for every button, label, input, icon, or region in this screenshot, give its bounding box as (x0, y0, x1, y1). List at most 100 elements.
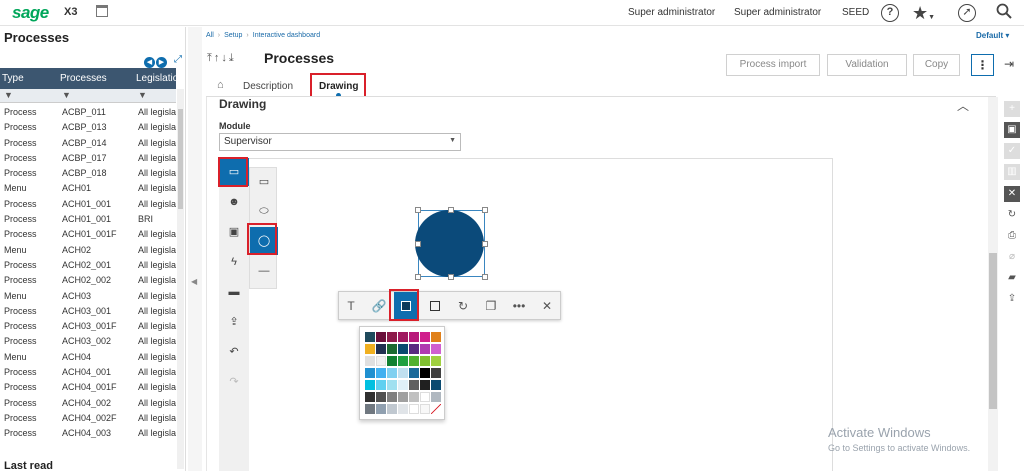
color-swatch[interactable] (365, 392, 375, 402)
comment-icon[interactable]: ▰ (1004, 270, 1020, 286)
table-row[interactable]: Process ACH04_003 All legislat (0, 426, 176, 441)
undo-icon[interactable]: ↶ (219, 338, 249, 366)
validation-button[interactable]: Validation (827, 54, 907, 76)
resize-handle[interactable] (415, 207, 421, 213)
color-swatch[interactable] (387, 344, 397, 354)
layer-icon[interactable]: ❐ (479, 292, 503, 320)
color-swatch[interactable] (376, 368, 386, 378)
color-swatch[interactable] (398, 392, 408, 402)
table-row[interactable]: Process ACH02_001 All legislat (0, 258, 176, 273)
breadcrumb-dashboard[interactable]: Interactive dashboard (253, 32, 320, 39)
record-nav-arrows[interactable]: ⤒↑↓⤓ (207, 52, 236, 65)
color-swatch[interactable] (387, 404, 397, 414)
home-icon[interactable]: ⌂ (217, 79, 224, 91)
rectangle-shape-icon[interactable]: ▭ (250, 168, 278, 196)
color-swatch[interactable] (431, 344, 441, 354)
column-processes[interactable]: Processes (60, 73, 107, 84)
table-row[interactable]: Process ACH01_001 All legislat (0, 197, 176, 212)
color-swatch[interactable] (398, 368, 408, 378)
breadcrumb-all[interactable]: All (206, 32, 214, 39)
resize-handle[interactable] (415, 241, 421, 247)
filter-icon[interactable]: ▼ (62, 90, 71, 100)
table-row[interactable]: Menu ACH02 All legislat (0, 243, 176, 258)
close-icon[interactable]: ✕ (535, 292, 559, 320)
help-icon[interactable]: ? (881, 4, 899, 22)
color-swatch[interactable] (431, 392, 441, 402)
table-row[interactable]: Process ACH01_001F All legislat (0, 227, 176, 242)
user-menu[interactable]: Super administrator (628, 7, 715, 18)
color-swatch[interactable] (409, 392, 419, 402)
color-swatch[interactable] (409, 344, 419, 354)
prev-icon[interactable]: ◀ (144, 57, 155, 68)
resize-handle[interactable] (482, 274, 488, 280)
color-swatch[interactable] (398, 404, 408, 414)
table-row[interactable]: Menu ACH01 All legislat (0, 181, 176, 196)
tab-description[interactable]: Description (243, 81, 293, 92)
add-icon[interactable]: + (1004, 101, 1020, 117)
process-import-button[interactable]: Process import (726, 54, 820, 76)
resize-handle[interactable] (482, 207, 488, 213)
upload-icon[interactable]: ⇪ (219, 308, 249, 336)
default-menu[interactable]: Default ▾ (976, 31, 1009, 40)
color-swatch[interactable] (409, 380, 419, 390)
exit-icon[interactable]: ⇥ (1004, 57, 1014, 71)
close-record-icon[interactable]: ✕ (1004, 186, 1020, 202)
emoji-tool-icon[interactable]: ☻ (219, 188, 249, 216)
module-select[interactable]: Supervisor ▼ (219, 133, 461, 151)
color-swatch[interactable] (365, 356, 375, 366)
color-swatch[interactable] (376, 356, 386, 366)
copy-button[interactable]: Copy (913, 54, 960, 76)
border-color-icon[interactable] (423, 292, 447, 320)
no-color-swatch[interactable] (431, 404, 441, 414)
column-legislation[interactable]: Legislation (136, 73, 176, 84)
calendar-icon[interactable] (96, 5, 108, 17)
text-icon[interactable]: T (339, 292, 363, 320)
check-icon[interactable]: ✓ (1004, 143, 1020, 159)
table-row[interactable]: Menu ACH03 All legislat (0, 289, 176, 304)
color-swatch[interactable] (376, 392, 386, 402)
more-icon[interactable]: ••• (507, 292, 531, 320)
color-swatch[interactable] (431, 380, 441, 390)
table-row[interactable]: Process ACH04_001F All legislat (0, 380, 176, 395)
share-icon[interactable]: ⇪ (1004, 291, 1020, 307)
collapse-icon[interactable]: ︿ (957, 97, 969, 114)
resize-handle[interactable] (482, 241, 488, 247)
star-icon[interactable]: ★▼ (912, 3, 935, 23)
table-row[interactable]: Process ACH04_001 All legislat (0, 365, 176, 380)
compass-icon[interactable]: ➚ (958, 4, 976, 22)
main-scrollbar[interactable] (988, 97, 998, 471)
table-row[interactable]: Process ACH04_002F All legislat (0, 411, 176, 426)
image-tool-icon[interactable]: ▣ (219, 218, 249, 246)
table-row[interactable]: Process ACH04_002 All legislat (0, 396, 176, 411)
color-swatch[interactable] (387, 380, 397, 390)
link-icon[interactable]: 🔗 (367, 292, 391, 320)
save-icon[interactable]: ▣ (1004, 122, 1020, 138)
line-shape-icon[interactable]: — (250, 257, 278, 285)
redo-icon[interactable]: ↷ (219, 368, 249, 396)
color-swatch[interactable] (398, 380, 408, 390)
color-swatch[interactable] (376, 404, 386, 414)
resize-handle[interactable] (415, 274, 421, 280)
next-icon[interactable]: ▶ (156, 57, 167, 68)
color-swatch[interactable] (420, 332, 430, 342)
drawn-circle[interactable] (415, 210, 484, 277)
filter-icon[interactable]: ▼ (4, 90, 13, 100)
expand-icon[interactable]: ⤢ (174, 54, 182, 65)
color-swatch[interactable] (420, 404, 430, 414)
color-swatch[interactable] (376, 332, 386, 342)
panel-splitter[interactable]: ◀ (188, 27, 202, 471)
table-row[interactable]: Process ACH01_001 BRI (0, 212, 176, 227)
color-swatch[interactable] (420, 392, 430, 402)
color-swatch[interactable] (365, 404, 375, 414)
color-swatch[interactable] (365, 368, 375, 378)
lightning-tool-icon[interactable]: ϟ (219, 248, 249, 276)
print-icon[interactable]: ⎙ (1004, 228, 1020, 244)
color-swatch[interactable] (409, 368, 419, 378)
color-swatch[interactable] (365, 332, 375, 342)
search-icon[interactable] (994, 3, 1014, 23)
color-swatch[interactable] (387, 356, 397, 366)
color-swatch[interactable] (387, 392, 397, 402)
color-swatch[interactable] (376, 344, 386, 354)
rotate-icon[interactable]: ↻ (451, 292, 475, 320)
color-swatch[interactable] (420, 344, 430, 354)
